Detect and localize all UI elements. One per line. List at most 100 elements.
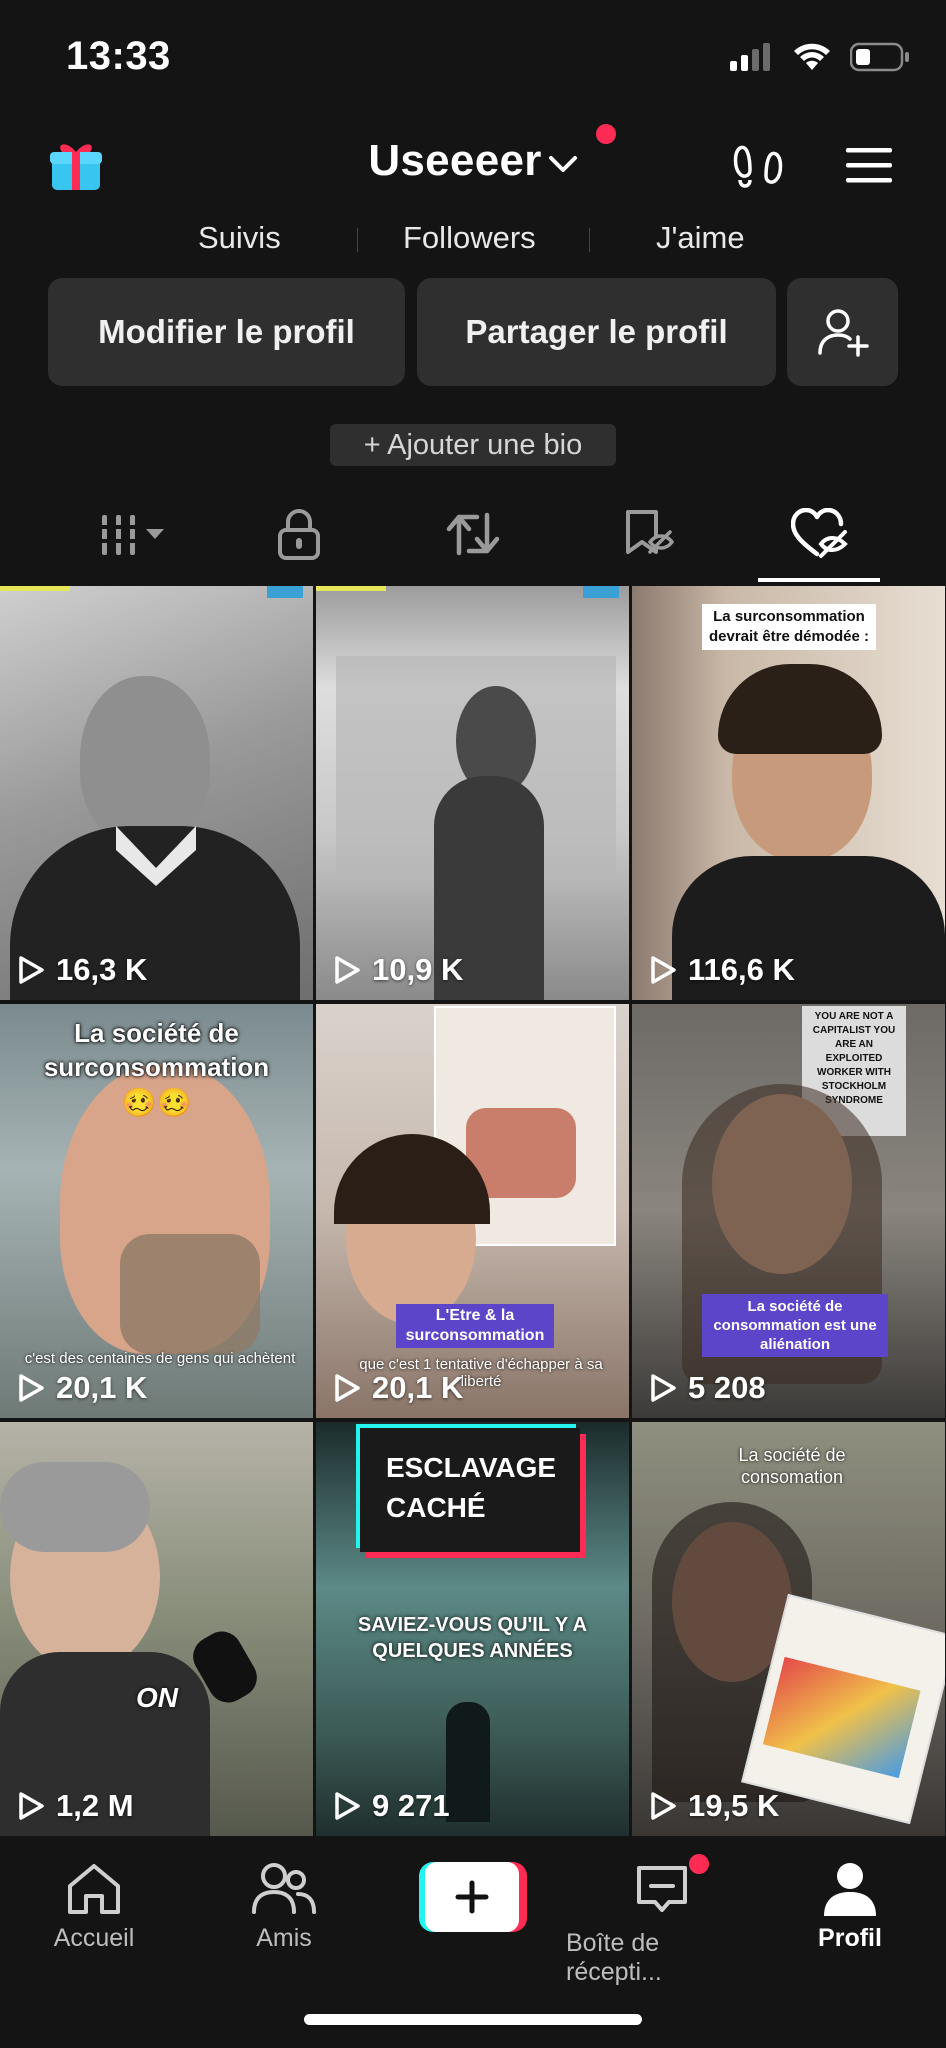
liked-hidden-icon — [791, 508, 848, 558]
view-count-text: 10,9 K — [372, 952, 464, 987]
profile-stats: Suivis Followers J'aime — [0, 220, 946, 266]
signal-icon — [730, 43, 770, 71]
video-caption: ON — [136, 1682, 178, 1713]
play-icon — [335, 1374, 360, 1402]
battery-icon — [850, 42, 909, 72]
followers-label[interactable]: Followers — [403, 220, 536, 256]
video-caption: La société de consomation — [738, 1445, 846, 1487]
tab-favorites[interactable] — [606, 498, 688, 570]
video-caption: La société de surconsommation — [43, 1018, 270, 1082]
video-thumbnail[interactable]: L'Etre & la surconsommation que c'est 1 … — [316, 1004, 629, 1418]
nav-label: Amis — [256, 1924, 312, 1952]
bookmark-hidden-icon — [626, 510, 674, 554]
view-count: 10,9 K — [332, 952, 463, 988]
stat-divider — [357, 228, 358, 252]
video-thumbnail[interactable]: La surconsommation devrait être démodée … — [632, 586, 945, 1000]
view-count-text: 19,5 K — [688, 1788, 780, 1823]
nav-label: Profil — [818, 1924, 882, 1952]
plus-icon — [455, 1880, 489, 1914]
friends-icon — [252, 1863, 316, 1914]
home-icon — [68, 1864, 120, 1914]
video-grid: 16,3 K 10,9 K La surconsommation devrait… — [0, 586, 946, 1840]
nav-label: Boîte de récepti... — [566, 1929, 662, 1986]
color-strip — [0, 586, 70, 591]
view-count-text: 20,1 K — [56, 1370, 148, 1405]
video-thumbnail[interactable]: YOU ARE NOT A CAPITALIST YOU ARE AN EXPL… — [632, 1004, 945, 1418]
play-icon — [651, 956, 676, 984]
video-caption: ESCLAVAGE CACHÉ — [386, 1452, 557, 1523]
video-caption: L'Etre & la surconsommation — [396, 1304, 554, 1348]
status-time: 13:33 — [66, 34, 171, 78]
video-caption: La surconsommation devrait être démodée … — [702, 604, 876, 650]
view-count: 20,1 K — [332, 1370, 463, 1406]
view-count-text: 116,6 K — [688, 952, 795, 987]
person-figure — [80, 676, 210, 846]
lock-icon — [278, 509, 320, 560]
video-subtitle: SAVIEZ-VOUS QU'IL Y A QUELQUES ANNÉES — [357, 1614, 588, 1662]
nav-profile[interactable]: Profil — [810, 1860, 890, 1953]
book-illustration — [762, 1656, 921, 1779]
likes-label[interactable]: J'aime — [656, 220, 745, 256]
video-thumbnail[interactable]: 16,3 K — [0, 586, 313, 1000]
inbox-icon — [637, 1866, 687, 1912]
nav-inbox[interactable]: Boîte de récepti... — [566, 1854, 758, 1987]
nav-label: Accueil — [53, 1924, 135, 1952]
person-hair — [0, 1462, 150, 1552]
view-count: 116,6 K — [648, 952, 795, 988]
chevron-down-icon — [548, 156, 577, 172]
plus-button[interactable] — [419, 1862, 527, 1932]
color-strip — [267, 586, 303, 598]
add-user-icon — [817, 309, 869, 357]
share-profile-button[interactable]: Partager le profil — [417, 278, 776, 386]
play-icon — [19, 1792, 44, 1820]
video-thumbnail[interactable]: La société de surconsommation 🥴🥴 c'est d… — [0, 1004, 313, 1418]
tab-private[interactable] — [258, 498, 340, 570]
video-caption: La société de consommation est une alién… — [702, 1294, 888, 1357]
add-friend-button[interactable] — [787, 278, 898, 386]
profile-views-icon[interactable] — [732, 142, 784, 197]
add-bio-button[interactable]: + Ajouter une bio — [330, 424, 616, 466]
play-icon — [19, 956, 44, 984]
view-count-text: 9 271 — [372, 1788, 450, 1823]
view-count: 1,2 M — [16, 1788, 134, 1824]
inbox-icon-wrap — [633, 1854, 709, 1923]
active-tab-indicator — [758, 578, 880, 582]
nav-home[interactable]: Accueil — [50, 1860, 138, 1953]
person-hair — [718, 664, 882, 754]
profile-tabs — [0, 498, 946, 584]
video-thumbnail[interactable]: La société de consomation 19,5 K — [632, 1422, 945, 1836]
create-button[interactable] — [418, 1862, 528, 1932]
video-thumbnail[interactable]: 10,9 K — [316, 586, 629, 1000]
video-thumbnail[interactable]: ESCLAVAGE CACHÉ SAVIEZ-VOUS QU'IL Y A QU… — [316, 1422, 629, 1836]
view-count: 20,1 K — [16, 1370, 147, 1406]
color-strip — [583, 586, 619, 598]
tab-videos[interactable] — [78, 498, 178, 570]
home-indicator — [304, 2014, 642, 2025]
menu-icon[interactable] — [844, 146, 894, 191]
view-count-text: 20,1 K — [372, 1370, 464, 1405]
profile-username[interactable]: Useeeer — [368, 136, 541, 186]
play-icon — [335, 956, 360, 984]
stat-divider — [589, 228, 590, 252]
tab-reposts[interactable] — [432, 498, 514, 570]
account-switcher[interactable]: Useeeer — [0, 136, 946, 186]
video-thumbnail[interactable]: ON 1,2 M — [0, 1422, 313, 1836]
view-count-text: 5 208 — [688, 1370, 766, 1405]
edit-profile-button[interactable]: Modifier le profil — [48, 278, 405, 386]
play-icon — [651, 1374, 676, 1402]
view-count: 9 271 — [332, 1788, 450, 1824]
tab-liked[interactable] — [778, 498, 862, 570]
inbox-badge — [689, 1854, 709, 1874]
wifi-icon — [794, 43, 830, 70]
play-icon — [335, 1792, 360, 1820]
notification-dot — [596, 124, 616, 144]
person-beard — [120, 1234, 260, 1354]
play-icon — [651, 1792, 676, 1820]
person-silhouette — [446, 1702, 490, 1822]
video-subtitle: c'est des centaines de gens qui achètent — [24, 1350, 296, 1367]
view-count: 19,5 K — [648, 1788, 779, 1824]
videos-grid-icon — [98, 515, 164, 555]
status-icons — [730, 42, 910, 72]
nav-friends[interactable]: Amis — [240, 1860, 328, 1953]
following-label[interactable]: Suivis — [198, 220, 281, 256]
